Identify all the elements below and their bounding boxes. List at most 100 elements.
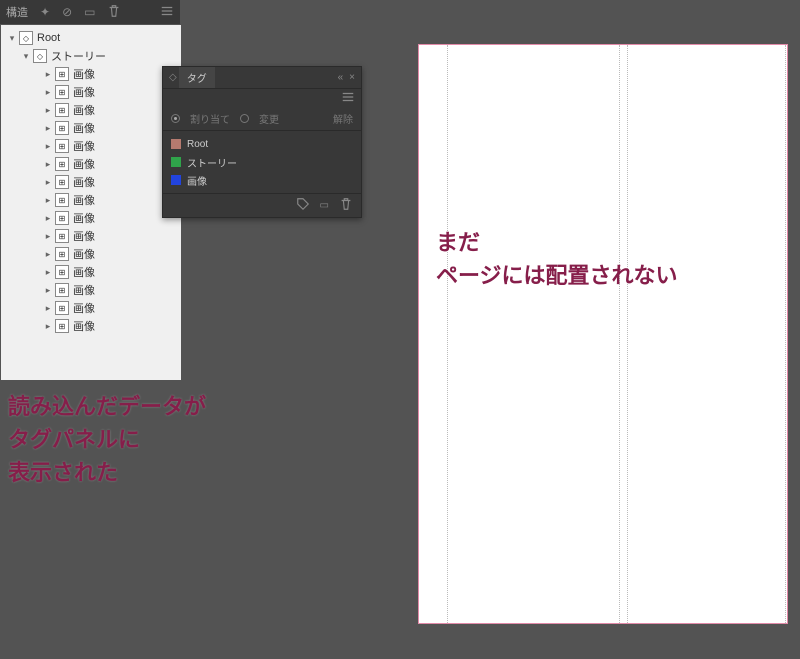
element-icon: ⊞ — [55, 211, 69, 225]
tree-row-image[interactable]: ▸⊞ 画像 — [1, 263, 181, 281]
tree-row-image[interactable]: ▸⊞画像 — [1, 119, 181, 137]
tree-label-image: 画像 — [73, 318, 95, 334]
assign-label: 割り当て — [190, 111, 230, 126]
column-guide — [627, 45, 628, 623]
panel-collapse-icon[interactable]: « — [338, 72, 344, 83]
expand-icon[interactable]: ▸ — [41, 123, 55, 134]
column-guide — [785, 45, 786, 623]
tree-row-image[interactable]: ▸⊞ 画像 — [1, 317, 181, 335]
tree-label-image: 画像 — [73, 264, 95, 280]
expand-icon[interactable]: ▸ — [41, 303, 55, 314]
tree-label-image: 画像 — [73, 138, 95, 154]
structure-tree: ▾ ◇ Root ▾ ◇ ストーリー ▸⊞画像▸⊞画像▸⊞画像▸⊞画像▸⊞画像▸… — [1, 25, 181, 380]
expand-icon[interactable]: ▸ — [41, 141, 55, 152]
element-icon: ⊞ — [55, 193, 69, 207]
element-icon: ⊞ — [55, 85, 69, 99]
tag-item[interactable]: ストーリー — [163, 153, 361, 171]
expand-icon[interactable]: ▸ — [41, 177, 55, 188]
collapse-panel-icon[interactable]: ◇ — [169, 72, 177, 83]
expand-icon[interactable]: ▸ — [41, 321, 55, 332]
expand-icon[interactable]: ▸ — [41, 69, 55, 80]
expand-icon[interactable]: ▸ — [41, 285, 55, 296]
expand-icon[interactable]: ▸ — [41, 195, 55, 206]
annotation-text: タグパネルに — [8, 427, 140, 452]
element-icon: ⊞ — [55, 247, 69, 261]
structure-panel-title: 構造 — [6, 4, 28, 20]
annotation-left: 読み込んだデータが タグパネルに 表示された — [8, 390, 206, 489]
collapse-icon[interactable]: ▾ — [5, 33, 19, 44]
lock-icon[interactable]: ⊘ — [62, 5, 72, 19]
expand-icon[interactable]: ▸ — [41, 105, 55, 116]
tree-row-image[interactable]: ▸⊞画像 — [1, 65, 181, 83]
panel-close-icon[interactable]: × — [349, 72, 355, 83]
new-tag-icon[interactable]: ▭ — [320, 200, 329, 211]
trash-icon[interactable] — [339, 197, 353, 214]
tree-label-image: 画像 — [73, 156, 95, 172]
retag-label: 変更 — [259, 111, 279, 126]
retag-radio[interactable] — [240, 114, 249, 123]
tree-row-image[interactable]: ▸⊞ 画像 — [1, 155, 181, 173]
assign-radio[interactable] — [171, 114, 180, 123]
trash-icon[interactable] — [107, 4, 121, 21]
tree-row-image[interactable]: ▸⊞ 画像 — [1, 191, 181, 209]
tree-row-image[interactable]: ▸⊞画像 — [1, 281, 181, 299]
tree-row-image[interactable]: ▸⊞画像 — [1, 227, 181, 245]
annotation-text: まだ — [436, 230, 480, 255]
column-guide — [619, 45, 620, 623]
annotation-text: 表示された — [8, 460, 118, 485]
panel-menu-icon[interactable] — [160, 4, 174, 21]
tree-label-root: Root — [37, 32, 60, 44]
element-icon: ⊞ — [55, 139, 69, 153]
tree-row-story[interactable]: ▾ ◇ ストーリー — [1, 47, 181, 65]
tag-color-swatch — [171, 157, 181, 167]
expand-icon[interactable]: ▸ — [41, 159, 55, 170]
tree-row-image[interactable]: ▸⊞ 画像 — [1, 137, 181, 155]
tag-panel-titlebar[interactable]: ◇ タグ « × — [163, 67, 361, 89]
element-icon: ⊞ — [55, 265, 69, 279]
magic-wand-icon[interactable]: ✦ — [40, 5, 50, 19]
tree-row-image[interactable]: ▸⊞ 画像 — [1, 173, 181, 191]
expand-icon[interactable]: ▸ — [41, 213, 55, 224]
element-icon: ◇ — [19, 31, 33, 45]
tag-color-swatch — [171, 175, 181, 185]
tree-row-image[interactable]: ▸⊞画像 — [1, 101, 181, 119]
tree-row-root[interactable]: ▾ ◇ Root — [1, 29, 181, 47]
expand-icon[interactable]: ▸ — [41, 87, 55, 98]
element-icon: ⊞ — [55, 67, 69, 81]
release-label[interactable]: 解除 — [333, 111, 353, 126]
structure-panel-header: 構造 ✦ ⊘ ▭ — [0, 0, 180, 24]
tree-row-image[interactable]: ▸⊞画像 — [1, 245, 181, 263]
tree-label-image: 画像 — [73, 192, 95, 208]
column-guide — [447, 45, 448, 623]
tree-label-image: 画像 — [73, 84, 95, 100]
element-icon: ◇ — [33, 49, 47, 63]
tag-item-label: 画像 — [187, 173, 207, 188]
element-icon: ⊞ — [55, 175, 69, 189]
tree-label-image: 画像 — [73, 120, 95, 136]
element-icon: ⊞ — [55, 319, 69, 333]
tree-row-image[interactable]: ▸⊞画像 — [1, 299, 181, 317]
tag-panel-tab[interactable]: タグ — [179, 67, 215, 88]
element-icon: ⊞ — [55, 157, 69, 171]
expand-icon[interactable]: ▸ — [41, 231, 55, 242]
tag-item[interactable]: Root — [163, 135, 361, 153]
note-icon[interactable]: ▭ — [84, 5, 95, 19]
tag-item[interactable]: 画像 — [163, 171, 361, 189]
tree-row-image[interactable]: ▸⊞ 画像 — [1, 83, 181, 101]
tag-item-label: Root — [187, 139, 208, 150]
tag-color-swatch — [171, 139, 181, 149]
tree-label-image: 画像 — [73, 174, 95, 190]
tree-label-story: ストーリー — [51, 48, 106, 64]
element-icon: ⊞ — [55, 103, 69, 117]
expand-icon[interactable]: ▸ — [41, 267, 55, 278]
tree-row-image[interactable]: ▸⊞画像 — [1, 209, 181, 227]
annotation-right: まだ ページには配置されない — [436, 226, 678, 292]
collapse-icon[interactable]: ▾ — [19, 51, 33, 62]
panel-menu-icon[interactable] — [341, 90, 355, 107]
tag-panel-toolbar: 割り当て 変更 解除 — [163, 107, 361, 131]
tag-panel: ◇ タグ « × 割り当て 変更 解除 Root ストーリー画像 ▭ — [162, 66, 362, 218]
document-page[interactable] — [418, 44, 788, 624]
annotation-text: ページには配置されない — [436, 263, 678, 288]
tag-icon[interactable] — [296, 197, 310, 214]
expand-icon[interactable]: ▸ — [41, 249, 55, 260]
